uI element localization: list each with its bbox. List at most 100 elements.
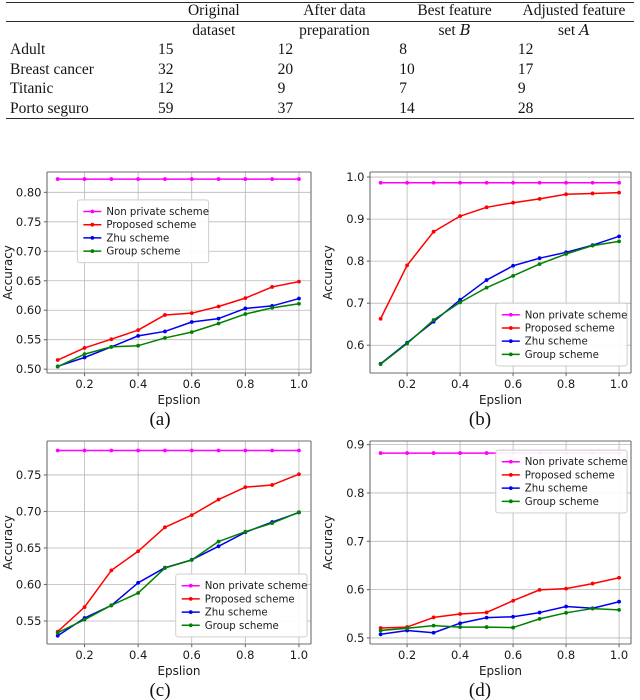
data-point-group	[405, 341, 409, 346]
data-point-group	[537, 262, 542, 266]
legend-label-zhu: Zhu scheme	[525, 337, 588, 348]
header-adjusted-line1: Adjusted feature	[522, 2, 626, 19]
data-point-non_private	[511, 180, 515, 185]
table-cell-adjusted: 17	[517, 60, 534, 78]
data-point-non_private	[405, 180, 409, 185]
x-tick-label: 1.0	[290, 377, 308, 391]
header-after-line1: After data	[303, 2, 366, 19]
y-tick-label: 0.75	[16, 468, 42, 482]
y-tick-label: 0.7	[346, 534, 364, 548]
data-point-group	[243, 312, 248, 316]
table-row: Porto seguro 59 37 14 28	[6, 99, 634, 119]
data-point-group	[189, 558, 194, 562]
data-point-zhu	[458, 621, 462, 626]
legend-label-non_private: Non private scheme	[525, 310, 628, 321]
data-point-group	[484, 625, 489, 629]
data-point-zhu	[189, 320, 194, 324]
data-point-group	[243, 529, 248, 534]
legend-label-group: Group scheme	[205, 621, 279, 632]
data-point-non_private	[431, 180, 436, 185]
legend-label-zhu: Zhu scheme	[106, 233, 169, 244]
table-cell-best: 8	[399, 41, 408, 59]
data-point-non_private	[136, 448, 141, 453]
legend-label-group: Group scheme	[525, 497, 599, 508]
data-point-group	[617, 239, 621, 244]
data-point-non_private	[189, 177, 194, 181]
y-tick-label: 0.55	[16, 614, 42, 628]
data-point-non_private	[431, 451, 436, 455]
data-point-zhu	[617, 234, 621, 239]
data-point-zhu	[484, 278, 489, 282]
data-point-zhu	[617, 599, 621, 604]
data-point-group	[378, 362, 383, 367]
data-point-group	[163, 336, 167, 340]
data-point-proposed	[537, 197, 542, 201]
data-point-zhu	[243, 306, 248, 311]
data-point-zhu	[537, 256, 542, 261]
chart-svg-d: 0.5 0.6 0.7 0.8 0.9 0.2 0.4 0.6 0.8 1.0 Epslion Acc…	[321, 438, 632, 678]
x-tick-label: 0.4	[451, 377, 469, 391]
data-point-proposed	[109, 568, 114, 573]
table-cell-name: Titanic	[10, 80, 54, 98]
data-point-non_private	[82, 177, 87, 181]
data-point-group	[378, 628, 383, 633]
data-point-proposed	[458, 214, 462, 219]
data-point-group	[109, 344, 114, 349]
legend-c: Non private scheme Proposed scheme Zhu sch…	[175, 573, 308, 638]
y-tick-label: 0.75	[16, 215, 42, 229]
table-row: Adult 15 12 8 12	[6, 40, 634, 59]
table-cell-original: 15	[158, 41, 174, 59]
x-tick-label: 1.0	[610, 648, 628, 662]
data-point-group	[55, 364, 60, 369]
data-point-proposed	[189, 311, 194, 316]
data-point-proposed	[270, 483, 275, 487]
x-tick-label: 0.8	[557, 648, 575, 662]
data-point-proposed	[405, 263, 409, 268]
data-point-proposed	[590, 581, 595, 586]
header-original-line1: Original	[187, 2, 240, 19]
data-point-non_private	[136, 177, 141, 181]
data-point-group	[82, 352, 87, 357]
data-point-proposed	[297, 472, 301, 477]
data-point-group	[216, 321, 221, 326]
legend-label-group: Group scheme	[106, 247, 180, 258]
table-cell-original: 32	[158, 60, 174, 78]
table-cell-after: 37	[277, 99, 294, 117]
y-tick-label: 0.70	[16, 244, 42, 258]
chart-svg-b: 0.6 0.7 0.8 0.9 1.0 0.2 0.4 0.6 0.8 1.0 Epslion Acc…	[321, 170, 632, 407]
legend-label-zhu: Zhu scheme	[205, 608, 268, 619]
data-point-group	[458, 625, 462, 629]
data-point-proposed	[163, 525, 167, 530]
data-point-non_private	[82, 448, 87, 453]
y-tick-label: 0.60	[16, 577, 42, 591]
x-axis-label: Epslion	[479, 393, 522, 407]
data-point-non_private	[484, 451, 489, 455]
subfigure-caption-b: (b)	[468, 409, 492, 430]
data-point-proposed	[484, 205, 489, 210]
y-tick-label: 0.8	[346, 254, 364, 268]
data-point-non_private	[564, 180, 568, 185]
data-point-group	[405, 626, 409, 631]
y-tick-label: 0.65	[16, 274, 42, 288]
y-axis-label: Accuracy	[321, 515, 335, 570]
x-tick-label: 1.0	[290, 648, 308, 662]
data-point-proposed	[297, 279, 301, 284]
legend-label-group: Group scheme	[525, 350, 599, 361]
data-point-proposed	[82, 605, 87, 610]
data-point-group	[136, 343, 141, 348]
data-point-non_private	[297, 177, 301, 181]
y-tick-label: 0.70	[16, 504, 42, 518]
y-tick-label: 0.9	[346, 212, 364, 226]
y-tick-label: 0.6	[346, 583, 364, 597]
data-point-proposed	[216, 497, 221, 502]
data-point-zhu	[82, 355, 87, 360]
figure-page: Original After data Best feature Adjuste…	[0, 0, 640, 700]
data-point-non_private	[537, 180, 542, 185]
script-b-symbol: B	[459, 20, 471, 39]
x-tick-label: 0.6	[504, 377, 522, 391]
line-chart-d: 0.5 0.6 0.7 0.8 0.9 0.2 0.4 0.6 0.8 1.0 Epslion Acc…	[320, 429, 640, 700]
data-point-zhu	[537, 610, 542, 615]
chart-panel-c: 0.55 0.60 0.65 0.70 0.75 0.2 0.4 0.6 0.8 1.0 Epsli…	[0, 429, 320, 700]
data-point-zhu	[297, 296, 301, 301]
data-point-zhu	[484, 615, 489, 620]
